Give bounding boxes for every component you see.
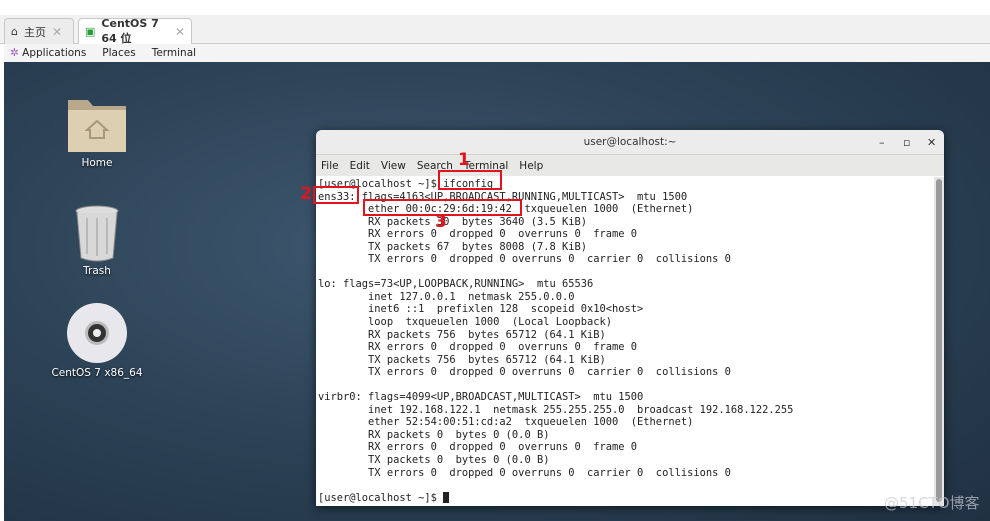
scrollbar[interactable] [934, 177, 944, 506]
minimize-button[interactable]: – [879, 130, 885, 155]
vm-icon: ▣ [85, 25, 96, 38]
terminal-line: [user@localhost ~]$ ifconfig [318, 178, 494, 190]
text-cursor [443, 491, 450, 503]
terminal-line: RX packets 0 bytes 0 (0.0 B) [318, 428, 550, 441]
places-menu[interactable]: Places [102, 47, 135, 59]
terminal-output[interactable]: [user@localhost ~]$ ifconfig ens33: flags… [316, 177, 934, 506]
terminal-line: RX packets 30 bytes 3640 (3.5 KiB) [318, 215, 587, 228]
terminal-line: RX errors 0 dropped 0 overruns 0 frame 0 [318, 341, 638, 354]
terminal-window: user@localhost:~ – ▫ ✕ File Edit View Se… [316, 130, 944, 506]
home-icon: ⌂ [11, 25, 18, 38]
terminal-line: loop txqueuelen 1000 (Local Loopback) [318, 316, 613, 329]
terminal-line: inet6 ::1 prefixlen 128 scopeid 0x10<hos… [318, 303, 644, 316]
terminal-line: virbr0: flags=4099<UP,BROADCAST,MULTICAS… [318, 391, 644, 404]
terminal-line: [user@localhost ~]$ [318, 491, 932, 505]
close-button[interactable]: ✕ [927, 130, 936, 155]
scrollbar-thumb[interactable] [936, 179, 942, 502]
desktop-icon-trash[interactable]: Trash [47, 204, 147, 277]
terminal-titlebar[interactable]: user@localhost:~ – ▫ ✕ [316, 130, 944, 155]
terminal-line: TX packets 756 bytes 65712 (64.1 KiB) [318, 353, 606, 366]
menu-edit[interactable]: Edit [350, 160, 370, 172]
desktop-icon-centos-disc[interactable]: CentOS 7 x86_64 [47, 302, 147, 379]
menu-help[interactable]: Help [519, 160, 543, 172]
terminal-menu[interactable]: Terminal [152, 47, 196, 59]
terminal-line: inet 192.168.122.1 netmask 255.255.255.0… [318, 403, 794, 416]
maximize-button[interactable]: ▫ [903, 130, 910, 155]
close-icon[interactable]: ✕ [175, 25, 185, 39]
annotation-box-ifconfig [438, 170, 502, 190]
applications-menu[interactable]: ✲ Applications [10, 47, 86, 59]
gnome-foot-icon: ✲ [10, 47, 19, 59]
folder-home-icon [68, 100, 126, 152]
desktop-icon-home[interactable]: Home [47, 94, 147, 169]
annotation-number: 3 [435, 212, 447, 232]
tab-home[interactable]: ⌂ 主页 ✕ [4, 18, 74, 44]
watermark: @51CTO博客 [884, 494, 980, 512]
annotation-number: 2 [300, 184, 312, 204]
terminal-line: RX packets 756 bytes 65712 (64.1 KiB) [318, 328, 606, 341]
annotation-number: 1 [458, 150, 470, 170]
terminal-line: ether 52:54:00:51:cd:a2 txqueuelen 1000 … [318, 416, 694, 429]
window-title: user@localhost:~ [583, 136, 677, 148]
gnome-top-bar: ✲ Applications Places Terminal [4, 44, 990, 62]
terminal-line: inet 127.0.0.1 netmask 255.0.0.0 [318, 290, 575, 303]
menu-file[interactable]: File [321, 160, 339, 172]
terminal-line: TX errors 0 dropped 0 overruns 0 carrier… [318, 366, 731, 379]
annotation-box-ens33 [313, 186, 359, 204]
disc-icon [67, 303, 127, 363]
browser-tab-bar: ⌂ 主页 ✕ ▣ CentOS 7 64 位 ✕ [0, 15, 990, 45]
terminal-menubar: File Edit View Search Terminal Help [316, 155, 944, 176]
terminal-line: RX errors 0 dropped 0 overruns 0 frame 0 [318, 441, 638, 454]
terminal-line: TX errors 0 dropped 0 overruns 0 carrier… [318, 253, 731, 266]
terminal-line: TX packets 0 bytes 0 (0.0 B) [318, 454, 550, 467]
trash-icon [75, 205, 119, 262]
terminal-line: RX errors 0 dropped 0 overruns 0 frame 0 [318, 228, 638, 241]
tab-centos[interactable]: ▣ CentOS 7 64 位 ✕ [78, 17, 192, 45]
close-icon[interactable]: ✕ [52, 25, 62, 39]
menu-view[interactable]: View [381, 160, 406, 172]
terminal-line: lo: flags=73<UP,LOOPBACK,RUNNING> mtu 65… [318, 278, 594, 291]
terminal-line: TX errors 0 dropped 0 overruns 0 carrier… [318, 466, 731, 479]
terminal-line: TX packets 67 bytes 8008 (7.8 KiB) [318, 240, 587, 253]
